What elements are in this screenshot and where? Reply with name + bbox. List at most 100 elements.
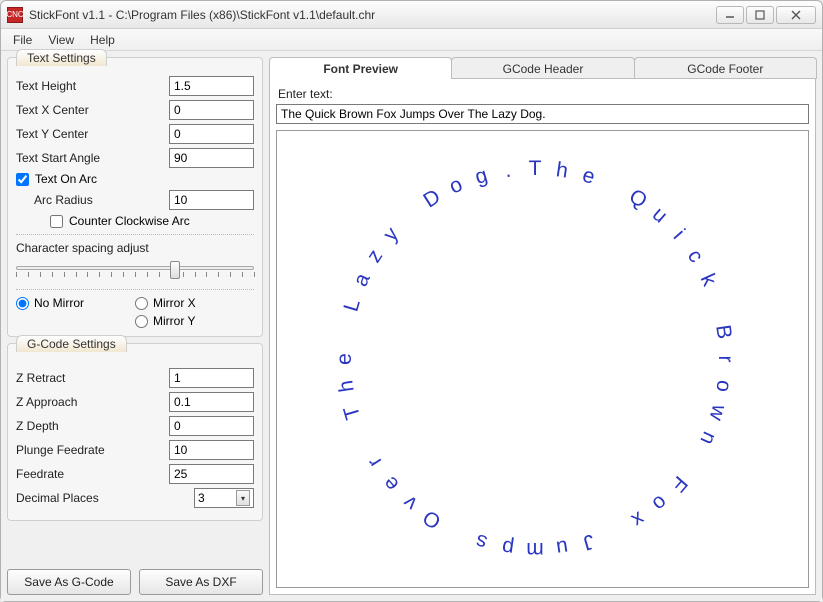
preview-letter: c [682, 245, 708, 267]
preview-letter: u [555, 534, 570, 559]
tab-gcode-footer[interactable]: GCode Footer [634, 57, 817, 79]
text-on-arc-checkbox[interactable] [16, 173, 29, 186]
text-height-label: Text Height [16, 79, 169, 93]
decimal-places-value: 3 [198, 491, 205, 505]
bottom-button-bar: Save As G-Code Save As DXF [7, 569, 263, 595]
separator [16, 234, 254, 235]
ccw-arc-checkbox[interactable] [50, 215, 63, 228]
separator [16, 289, 254, 290]
preview-letter: w [704, 402, 731, 423]
preview-letter: o [647, 490, 672, 516]
text-height-input[interactable] [169, 76, 254, 96]
preview-letter: . [503, 159, 512, 184]
menu-file[interactable]: File [5, 31, 40, 49]
menubar: File View Help [1, 29, 822, 51]
gcode-settings-group: G-Code Settings Z Retract Z Approach Z D… [7, 343, 263, 521]
preview-letter: O [419, 504, 446, 533]
z-retract-input[interactable] [169, 368, 254, 388]
minimize-button[interactable] [716, 6, 744, 24]
z-approach-input[interactable] [169, 392, 254, 412]
enter-text-input[interactable] [276, 104, 809, 124]
preview-letter: x [627, 506, 649, 532]
text-settings-group: Text Settings Text Height Text X Center … [7, 57, 263, 337]
font-preview-canvas[interactable]: The Quick Brown Fox Jumps Over The Lazy … [276, 130, 809, 588]
mirror-y-radio[interactable] [135, 315, 148, 328]
decimal-places-select[interactable]: 3 ▾ [194, 488, 254, 508]
preview-letter: p [500, 534, 515, 559]
menu-view[interactable]: View [40, 31, 82, 49]
z-depth-input[interactable] [169, 416, 254, 436]
feedrate-label: Feedrate [16, 467, 169, 481]
mirror-x-label: Mirror X [153, 296, 196, 310]
char-spacing-slider[interactable] [16, 259, 254, 281]
window-title: StickFont v1.1 - C:\Program Files (x86)\… [29, 8, 716, 22]
save-gcode-button[interactable]: Save As G-Code [7, 569, 131, 595]
preview-letter: u [647, 203, 672, 229]
text-ycenter-input[interactable] [169, 124, 254, 144]
preview-letter: s [473, 528, 490, 554]
tab-gcode-header[interactable]: GCode Header [451, 57, 634, 79]
preview-letter: z [362, 245, 388, 267]
preview-letter: v [399, 490, 423, 515]
save-dxf-button[interactable]: Save As DXF [139, 569, 263, 595]
preview-letter: J [580, 528, 597, 554]
preview-letter: e [333, 353, 357, 365]
client-area: Text Settings Text Height Text X Center … [1, 51, 822, 601]
preview-letter: g [472, 164, 490, 190]
chevron-down-icon: ▾ [236, 490, 250, 506]
slider-ticks [16, 272, 254, 278]
plunge-feedrate-input[interactable] [169, 440, 254, 460]
close-button[interactable] [776, 6, 816, 24]
preview-letter: o [710, 379, 735, 394]
text-on-arc-label: Text On Arc [35, 172, 97, 186]
mirror-y-label: Mirror Y [153, 314, 195, 328]
tab-body: Enter text: The Quick Brown Fox Jumps Ov… [269, 78, 816, 595]
preview-letter: D [419, 185, 445, 213]
enter-text-label: Enter text: [278, 87, 809, 101]
decimal-places-label: Decimal Places [16, 491, 194, 505]
maximize-button[interactable] [746, 6, 774, 24]
z-approach-label: Z Approach [16, 395, 169, 409]
preview-letter: Q [624, 185, 651, 214]
preview-letter: F [665, 471, 692, 496]
preview-letter: k [695, 270, 721, 290]
preview-letter: h [555, 158, 570, 183]
preview-letter: i [668, 225, 689, 244]
preview-letter: e [580, 164, 598, 190]
arc-radius-input[interactable] [169, 190, 254, 210]
close-icon [791, 10, 801, 20]
no-mirror-label: No Mirror [34, 296, 84, 310]
feedrate-input[interactable] [169, 464, 254, 484]
plunge-feedrate-label: Plunge Feedrate [16, 443, 169, 457]
z-retract-label: Z Retract [16, 371, 169, 385]
menu-help[interactable]: Help [82, 31, 123, 49]
preview-letter: T [339, 403, 366, 422]
preview-letter: n [694, 428, 721, 449]
arc-radius-label: Arc Radius [34, 193, 169, 207]
window-controls [716, 6, 816, 24]
ccw-arc-label: Counter Clockwise Arc [69, 214, 190, 228]
char-spacing-label: Character spacing adjust [16, 241, 254, 255]
preview-letter: o [446, 173, 467, 200]
slider-track [16, 266, 254, 270]
slider-thumb[interactable] [170, 261, 180, 279]
text-ycenter-label: Text Y Center [16, 127, 169, 141]
preview-letter: y [379, 223, 404, 247]
z-depth-label: Z Depth [16, 419, 169, 433]
left-panel: Text Settings Text Height Text X Center … [7, 57, 263, 595]
tab-font-preview[interactable]: Font Preview [269, 57, 452, 79]
titlebar: CNC StickFont v1.1 - C:\Program Files (x… [1, 1, 822, 29]
mirror-x-radio[interactable] [135, 297, 148, 310]
preview-letter: r [363, 452, 387, 471]
text-angle-input[interactable] [169, 148, 254, 168]
preview-letter: a [349, 270, 376, 291]
window-frame: CNC StickFont v1.1 - C:\Program Files (x… [0, 0, 823, 602]
text-settings-label: Text Settings [16, 49, 107, 66]
text-xcenter-input[interactable] [169, 100, 254, 120]
minimize-icon [725, 10, 735, 20]
tabstrip: Font Preview GCode Header GCode Footer [269, 57, 816, 79]
no-mirror-radio[interactable] [16, 297, 29, 310]
preview-letter: B [710, 323, 736, 340]
preview-letter: m [526, 537, 544, 561]
right-panel: Font Preview GCode Header GCode Footer E… [269, 57, 816, 595]
